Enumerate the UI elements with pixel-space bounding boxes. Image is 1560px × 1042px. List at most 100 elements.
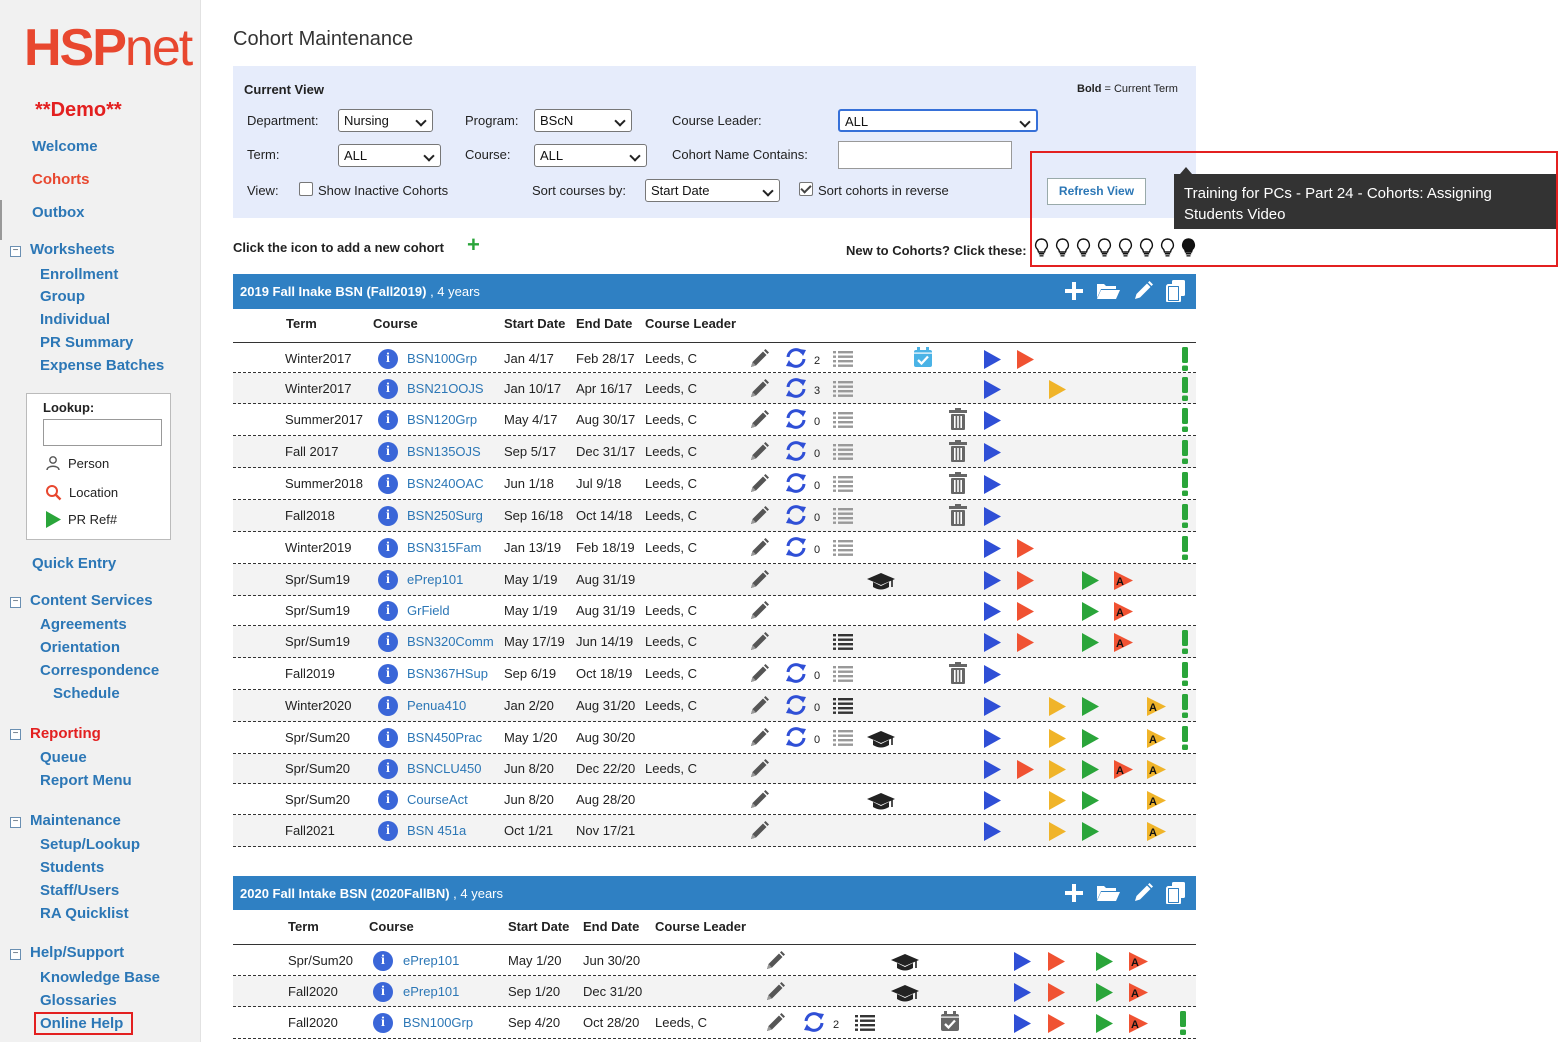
alert-exclamation-icon[interactable] (1181, 694, 1189, 721)
add-course-plus-icon[interactable] (1064, 883, 1084, 906)
nav-glossaries[interactable]: Glossaries (40, 992, 117, 1009)
play-icon[interactable] (1082, 571, 1099, 593)
edit-cohort-pencil-icon[interactable] (1132, 280, 1154, 305)
play-icon[interactable] (1017, 350, 1034, 372)
play-icon[interactable] (1049, 697, 1066, 719)
sync-icon[interactable] (784, 408, 808, 433)
info-icon[interactable]: i (373, 1013, 393, 1033)
term-select[interactable]: ALL (338, 144, 441, 167)
play-icon[interactable] (1017, 571, 1034, 593)
nav-group[interactable]: Group (40, 288, 85, 305)
play-icon[interactable] (1082, 602, 1099, 624)
play-icon[interactable] (1014, 1014, 1031, 1036)
collapse-help-toggle[interactable]: − (10, 949, 21, 960)
course-link[interactable]: BSN120Grp (407, 412, 477, 427)
play-icon[interactable] (1014, 983, 1031, 1005)
tutorial-bulb-icon[interactable] (1034, 238, 1049, 260)
add-cohort-plus-icon[interactable]: + (467, 234, 480, 256)
tutorial-bulb-icon[interactable] (1181, 238, 1196, 260)
info-icon[interactable]: i (378, 349, 398, 369)
course-link[interactable]: BSN450Prac (407, 730, 482, 745)
alert-exclamation-icon[interactable] (1181, 377, 1189, 404)
sync-icon[interactable] (784, 347, 808, 372)
nav-queue[interactable]: Queue (40, 749, 87, 766)
nav-agreements[interactable]: Agreements (40, 616, 127, 633)
info-icon[interactable]: i (378, 442, 398, 462)
tutorial-bulb-icon[interactable] (1118, 238, 1133, 260)
alert-exclamation-icon[interactable] (1181, 536, 1189, 563)
course-link[interactable]: BSN250Surg (407, 508, 483, 523)
play-icon[interactable] (1082, 729, 1099, 751)
edit-pencil-icon[interactable] (748, 663, 770, 688)
edit-pencil-icon[interactable] (748, 569, 770, 594)
list-icon[interactable] (833, 665, 853, 685)
sort-reverse-checkbox[interactable] (799, 182, 813, 196)
course-select[interactable]: ALL (534, 144, 647, 167)
nav-maintenance[interactable]: Maintenance (30, 812, 121, 829)
sync-icon[interactable] (784, 440, 808, 465)
collapse-maintenance-toggle[interactable]: − (10, 817, 21, 828)
trash-icon[interactable] (949, 504, 967, 529)
nav-knowledge-base[interactable]: Knowledge Base (40, 969, 160, 986)
play-icon[interactable] (1017, 602, 1034, 624)
info-icon[interactable]: i (378, 821, 398, 841)
lookup-person[interactable]: Person (45, 455, 109, 471)
column-header-term[interactable]: Term (288, 919, 319, 934)
play-icon[interactable] (984, 571, 1001, 593)
play-icon[interactable] (984, 475, 1001, 497)
list-icon[interactable] (833, 633, 853, 653)
graduation-cap-icon[interactable] (891, 952, 919, 975)
column-header-term[interactable]: Term (286, 316, 317, 331)
edit-pencil-icon[interactable] (748, 820, 770, 845)
department-select[interactable]: Nursing (338, 109, 433, 132)
trash-icon[interactable] (949, 662, 967, 687)
info-icon[interactable]: i (378, 379, 398, 399)
tutorial-bulb-icon[interactable] (1160, 238, 1175, 260)
alert-exclamation-icon[interactable] (1181, 726, 1189, 753)
nav-cohorts[interactable]: Cohorts (32, 171, 90, 188)
sync-icon[interactable] (784, 472, 808, 497)
play-a-icon[interactable]: A (1129, 952, 1148, 974)
play-icon[interactable] (1017, 539, 1034, 561)
show-inactive-checkbox[interactable] (299, 182, 313, 196)
list-icon[interactable] (833, 507, 853, 527)
play-icon[interactable] (1082, 697, 1099, 719)
course-link[interactable]: BSN100Grp (407, 351, 477, 366)
nav-students[interactable]: Students (40, 859, 104, 876)
copy-cohort-icon[interactable] (1166, 280, 1186, 305)
play-icon[interactable] (1049, 822, 1066, 844)
nav-correspondence[interactable]: Correspondence (40, 662, 159, 679)
play-icon[interactable] (1017, 760, 1034, 782)
graduation-cap-icon[interactable] (891, 983, 919, 1006)
info-icon[interactable]: i (378, 696, 398, 716)
list-icon[interactable] (833, 350, 853, 370)
show-inactive-label[interactable]: Show Inactive Cohorts (318, 183, 448, 198)
column-header-end[interactable]: End Date (583, 919, 639, 934)
play-a-icon[interactable]: A (1114, 760, 1133, 782)
collapse-worksheets-toggle[interactable]: − (10, 246, 21, 257)
play-icon[interactable] (1048, 952, 1065, 974)
list-icon[interactable] (855, 1014, 875, 1034)
play-a-icon[interactable]: A (1147, 822, 1166, 844)
sort-by-select[interactable]: Start Date (645, 179, 780, 202)
nav-expense-batches[interactable]: Expense Batches (40, 357, 164, 374)
course-link[interactable]: BSN240OAC (407, 476, 484, 491)
info-icon[interactable]: i (378, 790, 398, 810)
edit-pencil-icon[interactable] (748, 409, 770, 434)
list-icon[interactable] (833, 411, 853, 431)
course-link[interactable]: BSN135OJS (407, 444, 481, 459)
course-link[interactable]: CourseAct (407, 792, 468, 807)
play-icon[interactable] (984, 633, 1001, 655)
edit-pencil-icon[interactable] (748, 600, 770, 625)
play-icon[interactable] (1082, 760, 1099, 782)
nav-orientation[interactable]: Orientation (40, 639, 120, 656)
course-link[interactable]: BSN 451a (407, 823, 466, 838)
lookup-prref[interactable]: PR Ref# (45, 511, 117, 528)
play-icon[interactable] (984, 760, 1001, 782)
play-icon[interactable] (984, 380, 1001, 402)
play-icon[interactable] (984, 729, 1001, 751)
edit-pencil-icon[interactable] (748, 695, 770, 720)
list-icon[interactable] (833, 475, 853, 495)
course-link[interactable]: GrField (407, 603, 450, 618)
alert-exclamation-icon[interactable] (1181, 440, 1189, 467)
